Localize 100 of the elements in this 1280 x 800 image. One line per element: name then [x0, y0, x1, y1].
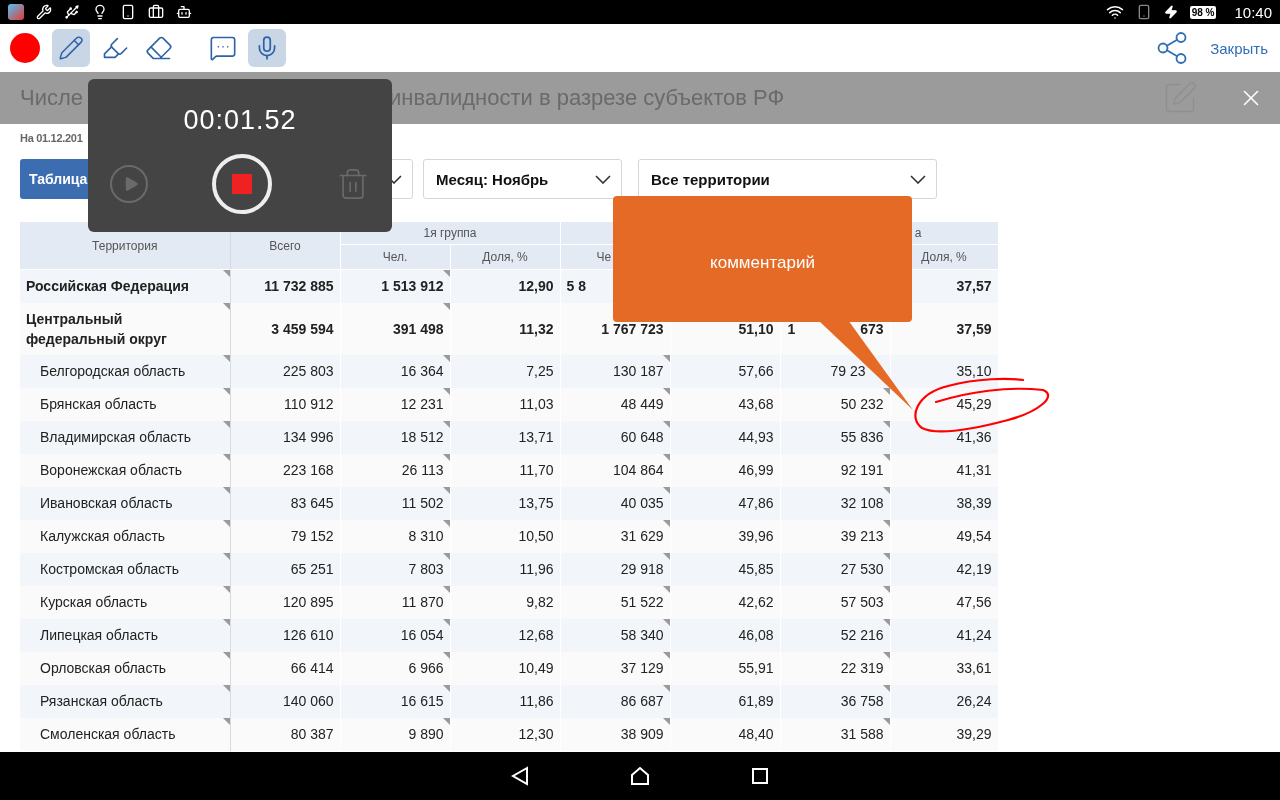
table-cell: 225 803 [282, 363, 334, 379]
table-cell: 104 864 [612, 462, 664, 478]
table-cell: 45,29 [956, 396, 992, 412]
comment-marker [662, 717, 670, 725]
home-icon[interactable] [629, 766, 651, 786]
recording-timer: 00:01.52 [183, 105, 297, 136]
stop-button[interactable] [212, 154, 272, 214]
back-icon[interactable] [511, 766, 529, 786]
row-label: Российская Федерация [26, 278, 189, 295]
comment-marker [222, 519, 230, 527]
row-label: Ивановская область [40, 495, 173, 511]
stop-icon [232, 174, 252, 194]
table-cell: 92 191 [840, 462, 884, 478]
close-link[interactable]: Закрыть [1210, 39, 1268, 57]
table-cell: 58 340 [620, 627, 664, 643]
recent-apps-icon[interactable] [751, 767, 769, 785]
comment-marker [222, 302, 230, 310]
table-cell: 223 168 [282, 462, 334, 478]
table-cell: 9,82 [526, 594, 554, 610]
comment-marker [442, 651, 450, 659]
comment-marker [882, 420, 890, 428]
trash-icon [336, 167, 370, 201]
table-cell: 36 758 [840, 693, 884, 709]
usb-icon [64, 4, 80, 20]
clock: 10:40 [1234, 3, 1272, 21]
table-cell: 13,75 [518, 495, 554, 511]
table-cell: 42,62 [738, 594, 774, 610]
comment-marker [442, 387, 450, 395]
table-cell: 42,19 [956, 561, 992, 577]
comment-marker [882, 519, 890, 527]
table-cell: 18 512 [400, 429, 444, 445]
table-cell: 57 503 [840, 594, 884, 610]
comment-marker [662, 420, 670, 428]
table-cell: 110 912 [283, 396, 334, 412]
row-label: Липецкая область [40, 627, 158, 643]
row-label: Калужская область [40, 528, 166, 544]
table-cell: 26,24 [956, 693, 992, 709]
table-cell: 10,49 [518, 660, 554, 676]
table-cell: 52 216 [840, 627, 884, 643]
table-cell: 41,36 [956, 429, 992, 445]
comment-marker [662, 354, 670, 362]
table-cell: 13,71 [518, 429, 554, 445]
table-cell: 60 648 [620, 429, 664, 445]
filter-dropdown[interactable]: Месяц: Ноябрь [423, 159, 622, 199]
table-cell: 46,08 [738, 627, 774, 643]
comment-marker [442, 354, 450, 362]
table-cell: 50 232 [840, 396, 884, 412]
table-cell: 12,30 [518, 726, 554, 742]
table-cell: 27 530 [840, 561, 884, 577]
row-label: Владимирская область [40, 429, 192, 445]
record-indicator [10, 33, 40, 63]
table-cell: 43,68 [738, 396, 774, 412]
table-cell: 1 767 723 [601, 320, 664, 337]
table-cell: 41,24 [956, 627, 992, 643]
table-cell: 134 996 [282, 429, 334, 445]
table-cell: 47,56 [956, 594, 992, 610]
comment-marker [442, 684, 450, 692]
row-label: Рязанская область [40, 693, 163, 709]
table-cell: 51,10 [738, 320, 774, 337]
comment-marker [442, 585, 450, 593]
pencil-tool-button[interactable] [52, 29, 90, 67]
table-cell: 66 414 [290, 660, 334, 676]
table-cell: 83 645 [290, 495, 334, 511]
comment-marker [662, 486, 670, 494]
table-cell: 140 060 [282, 693, 334, 709]
row-label: Воронежская область [40, 462, 182, 478]
column-header: Доля, % [450, 244, 560, 270]
table-cell: 31 629 [620, 528, 664, 544]
table-cell: 86 687 [620, 693, 664, 709]
table-cell: 6 966 [408, 660, 444, 676]
comment-marker [442, 552, 450, 560]
column-header: Чел. [340, 244, 450, 270]
table-cell: 46,99 [738, 462, 774, 478]
table-cell: 29 918 [620, 561, 664, 577]
table-cell: 33,61 [956, 660, 992, 676]
table-cell: 39 213 [840, 528, 884, 544]
comment-marker [882, 486, 890, 494]
row-label: Смоленская область [40, 726, 176, 742]
comment-marker [662, 684, 670, 692]
row-label: Костромская область [40, 561, 180, 577]
microphone-tool-button[interactable] [248, 29, 286, 67]
table-cell: 7,25 [526, 363, 554, 379]
table-cell: 57,66 [738, 363, 774, 379]
comment-marker [222, 486, 230, 494]
table-cell: 7 803 [408, 561, 444, 577]
chevron-down-icon [595, 174, 611, 184]
comment-marker [442, 453, 450, 461]
table-cell: 11,03 [519, 396, 554, 412]
table-cell: 11,32 [519, 320, 554, 337]
table-cell: 48,40 [738, 726, 774, 742]
table-cell: 49,54 [956, 528, 992, 544]
table-cell: 391 498 [392, 320, 444, 337]
comment-marker [442, 717, 450, 725]
comment-marker [882, 585, 890, 593]
comment-marker [222, 552, 230, 560]
table-cell: 26 113 [401, 462, 444, 478]
comment-marker [662, 453, 670, 461]
table-cell: 11 870 [401, 594, 444, 610]
wifi-icon [1105, 3, 1124, 21]
table-cell: 12 231 [400, 396, 444, 412]
